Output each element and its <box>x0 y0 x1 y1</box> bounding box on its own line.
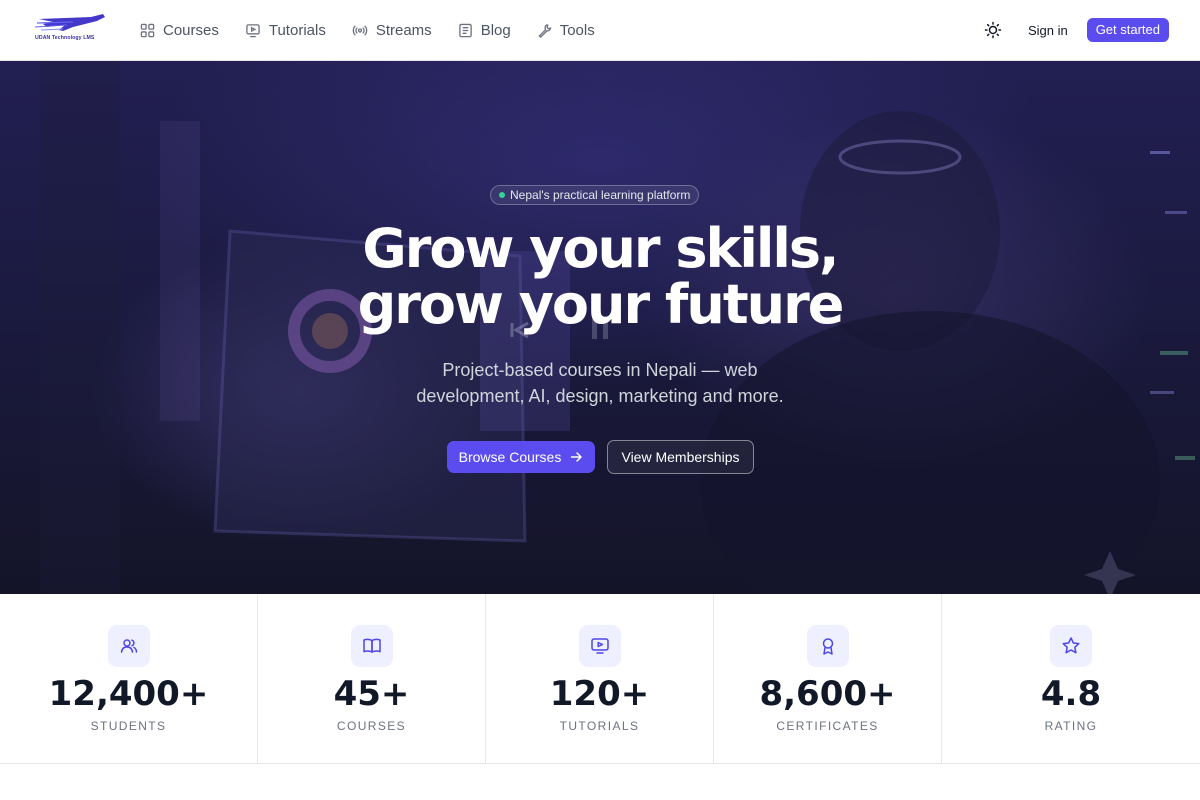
stat-icon-box <box>1050 625 1092 667</box>
stat-courses: 45+ COURSES <box>258 594 486 764</box>
stat-icon-box <box>350 625 393 667</box>
award-icon <box>822 638 833 655</box>
stats-bar: 12,400+ STUDENTS 45+ COURSES 120+ TUTORI… <box>0 594 1200 764</box>
hero-title: Grow your skills, grow your future <box>0 221 1200 333</box>
stat-label: COURSES <box>336 719 407 733</box>
stat-value: 4.8 <box>1040 674 1102 714</box>
nav-item-tutorials[interactable]: Tutorials <box>245 18 326 42</box>
view-memberships-button[interactable]: View Memberships <box>607 440 754 474</box>
logo[interactable]: UDAN Technology LMS <box>33 11 107 45</box>
logo-text: UDAN Technology LMS <box>35 35 95 41</box>
sign-in-link[interactable]: Sign in <box>1028 23 1068 38</box>
nav-item-label: Blog <box>480 21 511 39</box>
stat-rating: 4.8 RATING <box>942 594 1200 764</box>
stat-value: 45+ <box>333 674 410 714</box>
stat-label: STUDENTS <box>90 719 167 733</box>
star-icon <box>1062 637 1080 654</box>
theme-toggle-button[interactable] <box>982 19 1004 41</box>
hero-title-line-2: grow your future <box>357 273 845 336</box>
hero-badge: Nepal's practical learning platform <box>490 185 700 205</box>
sun-icon <box>984 21 1002 39</box>
main-nav: Courses Tutorials Streams Blog Tools <box>140 18 621 42</box>
nav-item-courses[interactable]: Courses <box>140 18 219 42</box>
hero-subtitle: Project-based courses in Nepali — web de… <box>416 360 784 406</box>
users-icon <box>120 639 137 653</box>
get-started-button[interactable]: Get started <box>1086 18 1169 42</box>
book-icon <box>362 638 381 653</box>
stat-icon-box <box>806 625 849 667</box>
browse-courses-label: Browse Courses <box>458 449 562 465</box>
plane-logo-icon <box>34 14 105 31</box>
nav-item-label: Streams <box>375 21 432 39</box>
stat-icon-box <box>107 625 150 667</box>
browse-courses-button[interactable]: Browse Courses <box>447 441 595 473</box>
monitor-play-icon <box>246 23 260 37</box>
wrench-icon <box>538 23 552 38</box>
stat-value: 8,600+ <box>759 674 896 714</box>
stat-tutorials: 120+ TUTORIALS <box>486 594 714 764</box>
nav-item-blog[interactable]: Blog <box>458 18 511 42</box>
grid-icon <box>140 23 155 37</box>
nav-item-streams[interactable]: Streams <box>352 18 432 42</box>
arrow-right-icon <box>571 452 583 462</box>
nav-item-label: Courses <box>163 21 219 39</box>
hero-section: Nepal's practical learning platform Grow… <box>0 61 1200 594</box>
stat-value: 120+ <box>549 674 650 714</box>
hero-title-line-1: Grow your skills, <box>362 217 839 280</box>
hero-badge-text: Nepal's practical learning platform <box>510 188 691 202</box>
nav-item-label: Tutorials <box>268 21 326 39</box>
nav-item-tools[interactable]: Tools <box>537 18 595 42</box>
status-dot-icon <box>499 192 505 198</box>
stat-label: CERTIFICATES <box>776 719 879 733</box>
nav-item-label: Tools <box>559 21 595 39</box>
header-actions: Sign in Get started <box>982 18 1169 42</box>
stat-label: RATING <box>1044 719 1098 733</box>
stat-certificates: 8,600+ CERTIFICATES <box>714 594 942 764</box>
site-header: UDAN Technology LMS Courses Tutorials St… <box>0 0 1200 61</box>
stat-icon-box <box>578 625 621 667</box>
newspaper-icon <box>458 23 472 37</box>
monitor-play-icon <box>590 638 609 654</box>
stat-value: 12,400+ <box>48 674 209 714</box>
stat-label: TUTORIALS <box>559 719 640 733</box>
stat-students: 12,400+ STUDENTS <box>0 594 258 764</box>
broadcast-icon <box>352 24 368 36</box>
